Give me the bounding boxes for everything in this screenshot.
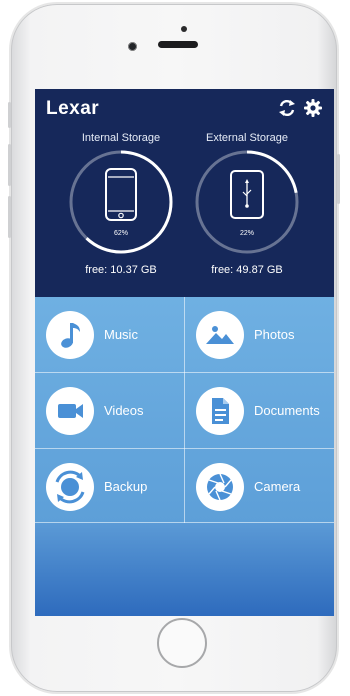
tile-camera-label: Camera [254, 479, 301, 494]
external-percent-text: 22% [240, 230, 254, 237]
front-camera [128, 42, 137, 51]
internal-percent-text: 62% [114, 230, 128, 237]
volume-up-button [8, 144, 11, 186]
proximity-sensor [181, 26, 187, 32]
tile-videos[interactable]: Videos [35, 373, 184, 447]
video-camera-icon [46, 387, 94, 435]
music-note-icon [46, 311, 94, 359]
tile-camera[interactable]: Camera [185, 449, 334, 523]
external-storage-label: External Storage [206, 132, 288, 144]
usb-drive-icon [230, 170, 264, 219]
tile-photos-label: Photos [254, 327, 295, 342]
lexar-logo: Lexar [46, 98, 100, 119]
internal-storage-gauge[interactable]: 62% [68, 149, 174, 255]
tile-photos[interactable]: Photos [185, 297, 334, 371]
tile-backup-label: Backup [104, 479, 148, 494]
empty-area [35, 523, 334, 616]
home-button[interactable] [157, 618, 207, 668]
camera-aperture-icon [196, 463, 244, 511]
grid-divider-vertical [184, 297, 185, 523]
grid-divider-row-1 [35, 372, 334, 373]
internal-free-text: free: 10.37 GB [85, 264, 157, 276]
tile-documents-label: Documents [254, 403, 320, 418]
sync-icon[interactable] [277, 98, 297, 118]
grid-divider-row-2 [35, 448, 334, 449]
mute-switch [8, 102, 11, 128]
tile-documents[interactable]: Documents [185, 373, 334, 447]
external-free-text: free: 49.87 GB [211, 264, 283, 276]
volume-down-button [8, 196, 11, 238]
category-grid: Music Photos Videos Documents Backup Cam… [35, 297, 334, 523]
external-storage-gauge[interactable]: 22% [194, 149, 300, 255]
document-icon [196, 387, 244, 435]
backup-icon [46, 463, 94, 511]
phone-icon [105, 168, 137, 221]
tile-music-label: Music [104, 327, 138, 342]
storage-header: Lexar Internal Storage External Storage [35, 89, 334, 297]
tile-backup[interactable]: Backup [35, 449, 184, 523]
tile-music[interactable]: Music [35, 297, 184, 371]
internal-storage-label: Internal Storage [81, 132, 161, 144]
tile-videos-label: Videos [104, 403, 144, 418]
earpiece-speaker [158, 41, 198, 48]
power-button [337, 154, 340, 204]
gear-icon[interactable] [303, 98, 323, 118]
photo-icon [196, 311, 244, 359]
app-screen: Lexar Internal Storage External Storage [35, 89, 334, 616]
